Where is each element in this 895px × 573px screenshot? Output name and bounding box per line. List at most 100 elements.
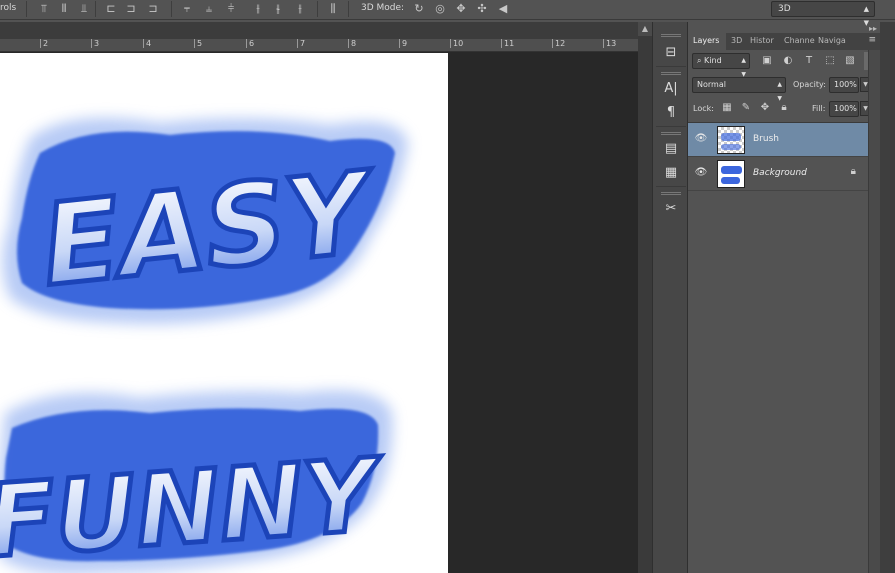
align-bottom-icon[interactable]: ⫫ [77,2,91,16]
character-icon[interactable]: A| [661,80,681,98]
panel-menu-icon[interactable]: ≡ [868,35,876,45]
3d-mode-label: 3D Mode: [361,3,405,13]
ruler-tick: 2 [40,39,48,48]
ruler-tick: 7 [297,39,305,48]
layer-row-background[interactable]: 👁︎ Background 🔒︎ [688,157,868,191]
opacity-label: Opacity: [793,80,826,89]
adjustment-filter-icon[interactable]: ◐ [781,54,795,68]
ruler-tick: 6 [246,39,254,48]
horizontal-ruler[interactable]: 2 3 4 5 6 7 8 9 10 11 12 13 [0,39,640,52]
history-icon[interactable]: ⊟ [661,44,681,62]
document-canvas[interactable]: EASY FUNNY [0,53,448,573]
blend-mode-select[interactable]: Normal ▲ ▼ [692,77,786,102]
filter-kind-value: Kind [704,56,722,65]
tools-preset-icon[interactable]: ✂ [661,200,681,218]
layer-row-brush[interactable]: 👁︎ Brush [688,123,868,157]
tab-channels[interactable]: Channe [784,36,815,45]
pixel-filter-icon[interactable]: ▣ [760,54,774,68]
workspace-select-value: 3D [778,4,791,14]
ruler-tick: 5 [194,39,202,48]
align-hcenter-icon[interactable]: ⊐ [124,2,138,16]
fill-value: 100% [834,104,857,113]
scroll-up-icon[interactable]: ▲ [638,22,652,36]
options-bar: rols ⫪ ⫴ ⫫ ⊏ ⊐ ⊐ ⫧ ⫨ ⫩ ⫲ ⫳ ⫲ ⫼ 3D Mode: … [0,0,895,27]
expand-panel-icon[interactable]: ▸▸ [869,24,877,33]
tab-navigator[interactable]: Naviga [818,36,846,45]
visibility-eye-icon[interactable]: 👁︎ [694,166,708,180]
ruler-tick: 13 [603,39,616,48]
lock-label: Lock: [693,104,714,113]
distribute-bottom-icon[interactable]: ⫩ [224,2,238,16]
vertical-scrollbar[interactable] [638,22,652,573]
ruler-tick: 4 [143,39,151,48]
tab-history[interactable]: Histor [750,36,774,45]
pan-3d-icon[interactable]: ✥ [454,2,468,16]
type-filter-icon[interactable]: T [802,54,816,68]
ruler-tick: 8 [348,39,356,48]
layer-thumbnail [717,126,745,154]
lock-all-icon[interactable]: 🔒︎ [777,101,791,115]
scale-3d-icon[interactable]: ◀ [496,2,510,16]
divider [656,126,686,127]
align-left-icon[interactable]: ⊏ [104,2,118,16]
layer-name[interactable]: Background [753,168,807,178]
align-right-icon[interactable]: ⊐ [146,2,160,16]
divider [656,66,686,67]
lock-image-pixels-icon[interactable]: ✎ [739,101,753,115]
align-top-icon[interactable]: ⫪ [37,2,51,16]
tab-3d[interactable]: 3D [731,36,742,45]
lock-icon: 🔒︎ [850,166,856,177]
orbit-3d-icon[interactable]: ↻ [412,2,426,16]
distribute-top-icon[interactable]: ⫧ [180,2,194,16]
workspace-select[interactable]: 3D ▲ ▼ [771,1,875,27]
tab-layers[interactable]: Layers [693,36,719,45]
opacity-value: 100% [834,80,857,89]
slide-3d-icon[interactable]: ✣ [475,2,489,16]
document-area: 2 3 4 5 6 7 8 9 10 11 12 13 EASY FUNNY ▲ [0,22,652,573]
separator [348,1,349,17]
distribute-hcenter-icon[interactable]: ⫳ [271,2,285,16]
panel-dock: ⊟ A| ¶ ▤ ▦ ✂ [652,22,688,573]
ruler-tick: 12 [552,39,565,48]
lock-position-icon[interactable]: ✥ [758,101,772,115]
distribute-right-icon[interactable]: ⫲ [293,2,307,16]
search-icon: ⌕ [697,56,705,65]
dock-grip[interactable] [661,34,681,37]
fill-input[interactable]: 100% [829,101,859,117]
dock-grip[interactable] [661,192,681,195]
document-tab-strip [0,22,640,39]
separator [171,1,172,17]
align-vcenter-icon[interactable]: ⫴ [57,2,71,16]
paragraph-icon[interactable]: ¶ [661,104,681,122]
properties-icon[interactable]: ▤ [661,140,681,158]
notes-icon[interactable]: ▦ [661,164,681,182]
graffiti-artwork: EASY FUNNY [0,118,408,573]
dock-grip[interactable] [661,72,681,75]
layer-name[interactable]: Brush [753,134,779,144]
panel-scrollbar[interactable] [868,50,880,573]
distribute-left-icon[interactable]: ⫲ [251,2,265,16]
auto-align-icon[interactable]: ⫼ [326,2,340,16]
blend-mode-value: Normal [697,80,726,89]
visibility-eye-icon[interactable]: 👁︎ [694,132,708,146]
options-label-fragment: rols [0,3,17,13]
ruler-tick: 10 [450,39,463,48]
lock-transparent-pixels-icon[interactable]: ▦ [720,101,734,115]
ruler-tick: 9 [399,39,407,48]
smart-object-filter-icon[interactable]: ▧ [843,54,857,68]
divider [656,186,686,187]
layers-panel: Layers 3D Histor Channe Naviga ≡ ⌕ Kind … [688,33,880,573]
layer-thumbnail [717,160,745,188]
panel-edge [880,22,895,573]
separator [26,1,27,17]
shape-filter-icon[interactable]: ⬚ [823,54,837,68]
separator [95,1,96,17]
filter-kind-select[interactable]: ⌕ Kind ▲ ▼ [692,53,750,78]
opacity-input[interactable]: 100% [829,77,859,93]
ruler-tick: 3 [91,39,99,48]
distribute-vcenter-icon[interactable]: ⫨ [202,2,216,16]
ruler-tick: 11 [501,39,514,48]
layer-list: 👁︎ Brush 👁︎ Background 🔒︎ [688,122,868,573]
dock-grip[interactable] [661,132,681,135]
roll-3d-icon[interactable]: ◎ [433,2,447,16]
